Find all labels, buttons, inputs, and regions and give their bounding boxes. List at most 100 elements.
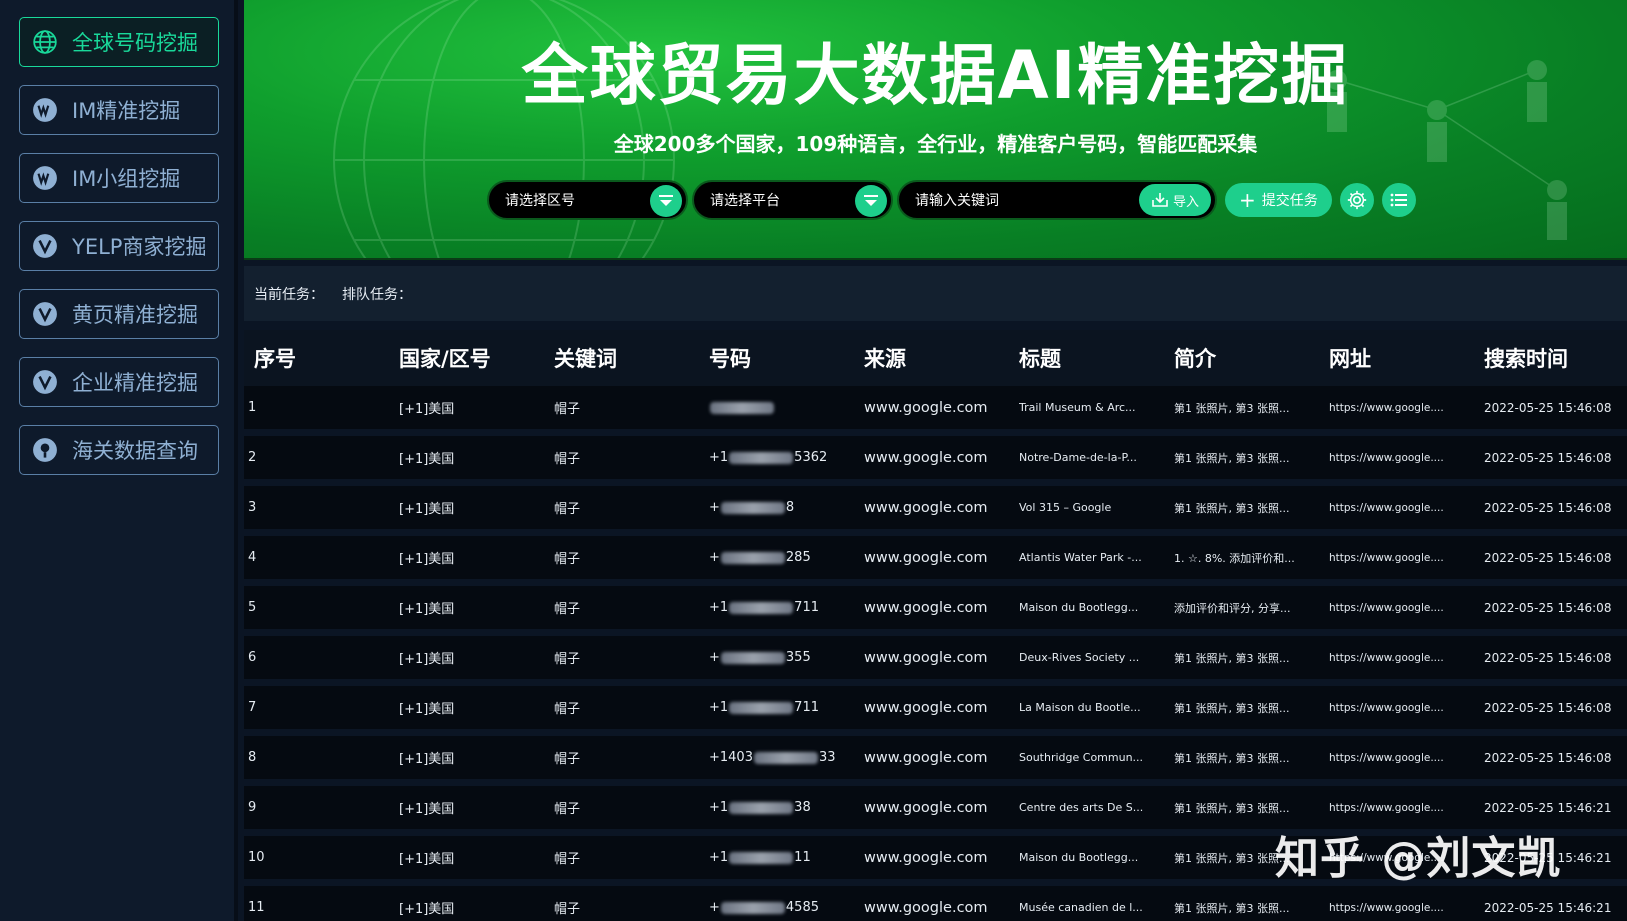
list-button[interactable] — [1381, 183, 1416, 217]
cell-source: www.google.com — [864, 449, 988, 466]
cell-country: [+1]美国 — [399, 802, 455, 817]
cell-country: [+1]美国 — [399, 452, 455, 467]
chevron-down-icon[interactable] — [855, 185, 887, 217]
cell-source: www.google.com — [864, 899, 988, 916]
sidebar-item-customs-query[interactable]: 海关数据查询 — [19, 425, 219, 475]
cell-country: [+1]美国 — [399, 752, 455, 767]
import-icon — [1152, 193, 1168, 207]
cell-intro: 第1 张照片, 第3 张照... — [1174, 651, 1290, 665]
redacted-phone — [729, 801, 794, 814]
list-icon — [1390, 193, 1407, 207]
cell-intro: 添加评价和评分, 分享... — [1174, 601, 1291, 615]
cell-country: [+1]美国 — [399, 702, 455, 717]
sidebar-item-label: 海关数据查询 — [72, 439, 198, 463]
cell-source: www.google.com — [864, 549, 988, 566]
cell-title: Notre-Dame-de-la-P... — [1019, 451, 1137, 464]
cell-keyword: 帽子 — [554, 652, 581, 667]
cell-phone: +355 — [709, 650, 811, 665]
cell-time: 2022-05-25 15:46:08 — [1484, 700, 1612, 715]
sidebar-item-im-mining[interactable]: IM精准挖掘 — [19, 85, 219, 135]
table-row[interactable]: 1 [+1]美国 帽子 www.google.com Trail Museum & Ar… — [244, 386, 1627, 429]
chevron-down-icon[interactable] — [650, 185, 682, 217]
redacted-phone — [729, 851, 794, 864]
cell-url: https://www.google.... — [1329, 501, 1444, 514]
import-button[interactable]: 导入 — [1138, 184, 1211, 216]
yellowpages-icon — [32, 301, 58, 327]
platform-select[interactable]: 请选择平台 — [692, 180, 893, 220]
table-row[interactable]: 5 [+1]美国 帽子 +1 711 www.google.com Maison du Bo… — [244, 586, 1627, 629]
sidebar-item-yelp-mining[interactable]: YELP商家挖掘 — [19, 221, 219, 271]
sidebar-item-label: 黄页精准挖掘 — [72, 303, 198, 327]
cell-index: 5 — [248, 600, 257, 615]
cell-source: www.google.com — [864, 399, 988, 416]
table-row[interactable]: 6 [+1]美国 帽子 +355 www.google.com Deux-Rives So… — [244, 636, 1627, 679]
cell-phone: +285 — [709, 550, 811, 565]
sidebar-item-label: YELP商家挖掘 — [72, 235, 207, 259]
region-select[interactable]: 请选择区号 — [487, 180, 688, 220]
cell-intro: 1. ☆. 8%. 添加评价和... — [1174, 551, 1295, 565]
cell-phone: +1 38 — [709, 800, 811, 815]
cell-source: www.google.com — [864, 649, 988, 666]
cell-country: [+1]美国 — [399, 852, 455, 867]
redacted-phone — [720, 901, 785, 914]
submit-task-button[interactable]: + 提交任务 — [1225, 183, 1332, 217]
cell-time: 2022-05-25 15:46:08 — [1484, 600, 1612, 615]
plus-icon: + — [1239, 188, 1256, 212]
cell-intro: 第1 张照片, 第3 张照... — [1174, 751, 1290, 765]
cell-keyword: 帽子 — [554, 802, 581, 817]
table-row[interactable]: 4 [+1]美国 帽子 +285 www.google.com Atlantis Wate… — [244, 536, 1627, 579]
cell-url: https://www.google.... — [1329, 901, 1444, 914]
cell-source: www.google.com — [864, 749, 988, 766]
cell-intro: 第1 张照片, 第3 张照... — [1174, 701, 1290, 715]
cell-country: [+1]美国 — [399, 552, 455, 567]
cell-title: Southridge Commun... — [1019, 751, 1144, 764]
table-row[interactable]: 8 [+1]美国 帽子 +1403 33 www.google.com Southridge… — [244, 736, 1627, 779]
sidebar-item-label: 全球号码挖掘 — [72, 31, 198, 55]
queue-task-label: 排队任务： — [342, 286, 412, 303]
sidebar-item-im-group-mining[interactable]: IM小组挖掘 — [19, 153, 219, 203]
sidebar-item-enterprise-mining[interactable]: 企业精准挖掘 — [19, 357, 219, 407]
header-keyword: 关键词 — [554, 347, 617, 371]
whatsapp-icon — [32, 165, 58, 191]
cell-source: www.google.com — [864, 599, 988, 616]
cell-title: Vol 315 – Google — [1019, 501, 1112, 514]
watermark: 知乎 @刘文凯 — [1275, 833, 1562, 884]
cell-phone: +8 — [709, 500, 795, 515]
table-row[interactable]: 7 [+1]美国 帽子 +1 711 www.google.com La Maison du… — [244, 686, 1627, 729]
globe-icon — [32, 29, 58, 55]
sidebar-item-global-number-mining[interactable]: 全球号码挖掘 — [19, 17, 219, 67]
cell-keyword: 帽子 — [554, 502, 581, 517]
cell-title: Atlantis Water Park -... — [1019, 551, 1142, 564]
redacted-phone — [729, 601, 794, 614]
cell-phone — [709, 400, 864, 415]
cell-time: 2022-05-25 15:46:08 — [1484, 550, 1612, 565]
header-time: 搜索时间 — [1484, 347, 1568, 371]
cell-time: 2022-05-25 15:46:08 — [1484, 750, 1612, 765]
enterprise-icon — [32, 369, 58, 395]
cell-keyword: 帽子 — [554, 452, 581, 467]
cell-time: 2022-05-25 15:46:21 — [1484, 800, 1612, 815]
cell-phone: +1 5362 — [709, 450, 828, 465]
header-url: 网址 — [1329, 347, 1371, 371]
cell-phone: +1 711 — [709, 600, 819, 615]
cell-country: [+1]美国 — [399, 652, 455, 667]
table-row[interactable]: 3 [+1]美国 帽子 +8 www.google.com Vol 315 – Googl… — [244, 486, 1627, 529]
redacted-phone — [753, 751, 818, 764]
table-row[interactable]: 2 [+1]美国 帽子 +1 5362 www.google.com Notre-Dame-… — [244, 436, 1627, 479]
cell-url: https://www.google.... — [1329, 751, 1444, 764]
sidebar-item-label: IM精准挖掘 — [72, 99, 181, 123]
keyword-input-placeholder: 请输入关键词 — [915, 193, 999, 209]
keyword-input[interactable]: 请输入关键词 导入 — [897, 180, 1217, 220]
cell-title: Musée canadien de l... — [1019, 901, 1143, 914]
cell-index: 2 — [248, 450, 257, 465]
hero-banner: 全球贸易大数据AI精准挖掘 全球200多个国家，109种语言，全行业，精准客户号… — [244, 0, 1627, 260]
cell-source: www.google.com — [864, 849, 988, 866]
cell-time: 2022-05-25 15:46:21 — [1484, 900, 1612, 915]
cell-time: 2022-05-25 15:46:08 — [1484, 500, 1612, 515]
settings-button[interactable] — [1339, 183, 1374, 217]
sidebar-item-label: 企业精准挖掘 — [72, 371, 198, 395]
table-row[interactable]: 11 [+1]美国 帽子 +4585 www.google.com Musée canad… — [244, 886, 1627, 921]
sidebar-item-yellowpages-mining[interactable]: 黄页精准挖掘 — [19, 289, 219, 339]
redacted-phone — [720, 651, 785, 664]
cell-title: Trail Museum & Arc... — [1019, 401, 1136, 414]
